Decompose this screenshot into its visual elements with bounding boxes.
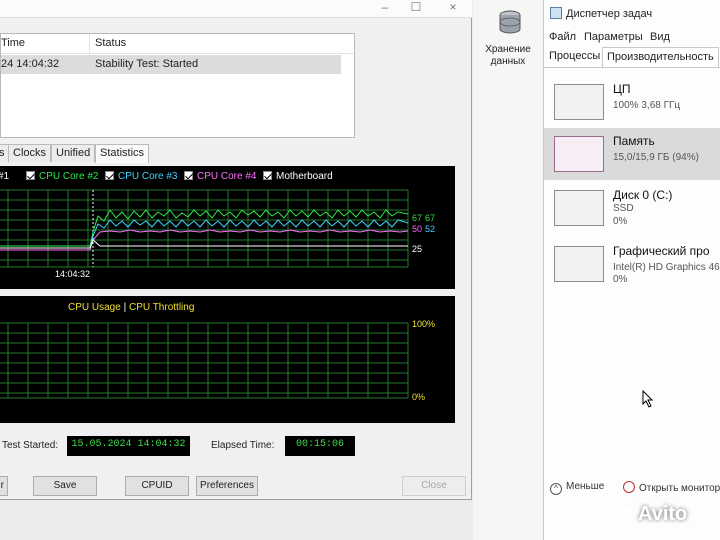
series-line-core-2 xyxy=(0,209,409,247)
fewer-details-button[interactable]: ^ Меньше xyxy=(550,481,604,495)
minimize-icon[interactable]: – xyxy=(372,0,398,16)
open-monitor-label: Открыть монитор xyxy=(639,483,720,494)
desktop-icon-label-line2: данных xyxy=(490,56,526,67)
task-manager-window: Диспетчер задач Файл Параметры Вид Проце… xyxy=(543,0,720,540)
menu-view[interactable]: Вид xyxy=(650,31,670,43)
disk-graph-thumbnail xyxy=(554,190,604,226)
perf-item-disk[interactable]: Диск 0 (C:) SSD 0% xyxy=(544,182,720,234)
chevron-up-icon: ^ xyxy=(550,483,562,495)
preferences-button[interactable]: Preferences xyxy=(196,476,258,496)
grid-lines xyxy=(0,189,409,268)
menu-file[interactable]: Файл xyxy=(549,31,576,43)
cpuid-button[interactable]: CPUID xyxy=(125,476,189,496)
close-icon[interactable]: × xyxy=(440,0,466,16)
test-started-field: 15.05.2024 14:04:32 xyxy=(67,436,190,456)
table-row[interactable]: 24 14:04:32 Stability Test: Started xyxy=(1,55,341,74)
partial-button[interactable]: r xyxy=(0,476,8,496)
avito-watermark: Avito xyxy=(612,502,712,530)
usage-max-label: 100% xyxy=(412,319,436,329)
readout-core-4: 50 xyxy=(412,224,423,234)
tab-processes[interactable]: Процессы xyxy=(545,47,604,67)
watermark-text: Avito xyxy=(638,503,688,525)
row-status: Stability Test: Started xyxy=(95,58,199,70)
perf-item-cpu[interactable]: ЦП 100% 3,68 ГГц xyxy=(544,76,720,128)
perf-item-usage: 0% xyxy=(613,216,628,227)
stability-test-window: – ☐ × Time Status 24 14:04:32 Stability … xyxy=(0,0,472,500)
menu-options[interactable]: Параметры xyxy=(584,31,643,43)
desktop-icon-storage[interactable]: Хранение данных xyxy=(473,0,543,72)
perf-item-memory[interactable]: Память 15,0/15,9 ГБ (94%) xyxy=(544,128,720,180)
perf-item-detail: Intel(R) HD Graphics 460 xyxy=(613,262,720,273)
desktop-icon-label: Хранение данных xyxy=(473,44,543,68)
time-axis-label: 14:04:32 xyxy=(55,269,91,279)
maximize-icon[interactable]: ☐ xyxy=(403,0,429,16)
resource-monitor-icon xyxy=(623,481,635,493)
cpu-usage-graph: CPU Usage | CPU Throttling 100% 0% xyxy=(0,296,455,423)
perf-item-detail: SSD xyxy=(613,203,634,214)
status-table: Time Status 24 14:04:32 Stability Test: … xyxy=(0,33,355,138)
perf-item-usage: 0% xyxy=(613,274,628,285)
tab-divider xyxy=(544,67,720,68)
readout-core-1: 67 xyxy=(412,213,423,223)
column-separator[interactable] xyxy=(89,34,90,54)
readout-core-3: 52 xyxy=(425,224,436,234)
temperature-graph: #1 CPU Core #2 CPU Core #3 CPU Core #4 M… xyxy=(0,166,455,289)
test-started-label: Test Started: xyxy=(2,440,59,451)
desktop-background: Хранение данных xyxy=(473,0,543,540)
perf-item-detail: 15,0/15,9 ГБ (94%) xyxy=(613,152,699,163)
cpu-graph-thumbnail xyxy=(554,84,604,120)
tab-performance[interactable]: Производительность xyxy=(602,47,719,67)
readout-core-2: 67 xyxy=(425,213,436,223)
fewer-details-label: Меньше xyxy=(566,481,605,492)
tab-statistics[interactable]: Statistics xyxy=(95,144,150,163)
perf-item-name: Память xyxy=(613,134,655,148)
window-titlebar: – ☐ × xyxy=(0,0,472,18)
column-header-status[interactable]: Status xyxy=(95,37,126,49)
column-header-time[interactable]: Time xyxy=(1,37,25,49)
save-button[interactable]: Save xyxy=(33,476,97,496)
open-resource-monitor-link[interactable]: Открыть монитор xyxy=(623,481,720,494)
perf-item-name: ЦП xyxy=(613,82,631,96)
tab-clocks[interactable]: Clocks xyxy=(8,144,52,162)
status-table-header: Time Status xyxy=(1,34,354,54)
series-line-motherboard xyxy=(0,239,408,249)
close-button[interactable]: Close xyxy=(402,476,466,496)
disk-storage-icon xyxy=(499,10,521,34)
tab-unified[interactable]: Unified xyxy=(51,144,96,162)
usage-min-label: 0% xyxy=(412,392,426,402)
desktop-icon-label-line1: Хранение xyxy=(485,44,531,55)
row-time: 24 14:04:32 xyxy=(1,58,60,70)
perf-item-name: Графический про xyxy=(613,244,710,258)
avito-logo-icon xyxy=(613,507,632,526)
grid-lines xyxy=(0,322,409,399)
series-line-core-3 xyxy=(0,219,409,249)
readout-motherboard: 25 xyxy=(412,244,423,254)
elapsed-time-field: 00:15:06 xyxy=(285,436,355,456)
perf-item-gpu[interactable]: Графический про Intel(R) HD Graphics 460… xyxy=(544,238,720,290)
task-manager-title: Диспетчер задач xyxy=(566,8,653,20)
usage-plot xyxy=(0,322,409,399)
task-manager-icon xyxy=(550,7,562,19)
gpu-graph-thumbnail xyxy=(554,246,604,282)
mouse-cursor-icon xyxy=(642,390,654,408)
perf-item-name: Диск 0 (C:) xyxy=(613,188,673,202)
memory-graph-thumbnail xyxy=(554,136,604,172)
perf-item-detail: 100% 3,68 ГГц xyxy=(613,100,681,111)
elapsed-time-label: Elapsed Time: xyxy=(211,440,275,451)
